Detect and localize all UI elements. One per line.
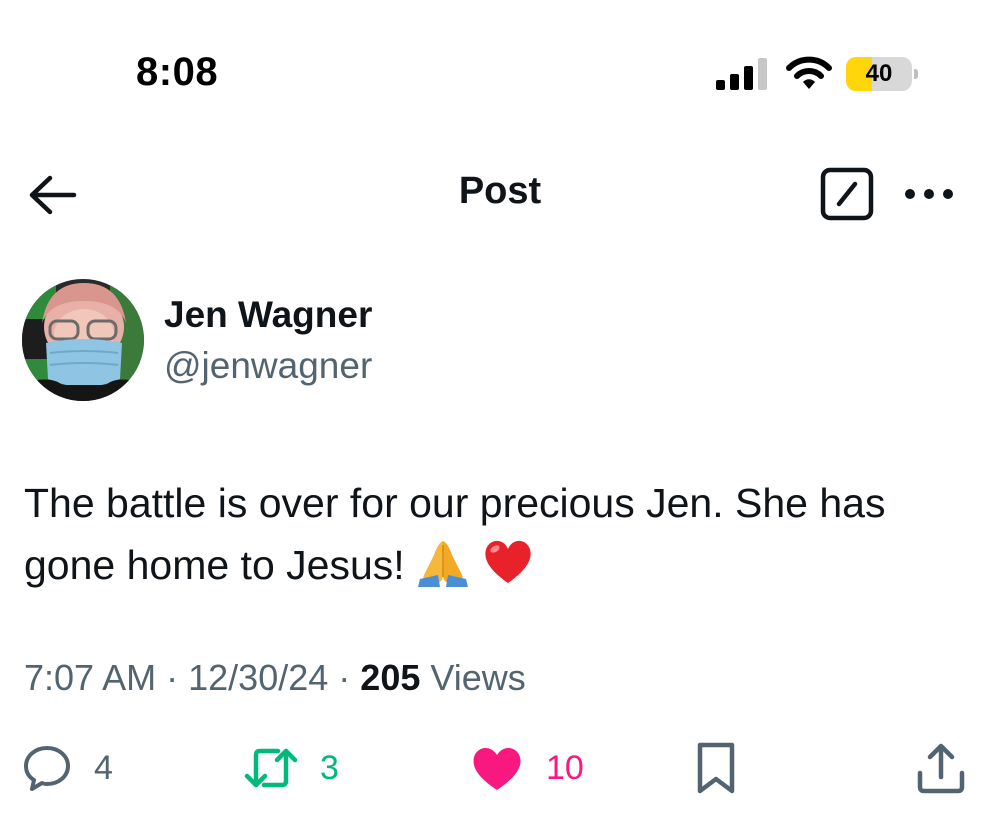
- post-time: 7:07 AM: [24, 657, 157, 698]
- status-bar: 8:08 40: [0, 0, 1000, 130]
- red-heart-emoji-icon: [485, 540, 532, 583]
- author-handle[interactable]: @jenwagner: [164, 345, 372, 387]
- reply-button[interactable]: 4: [22, 738, 113, 798]
- views-count[interactable]: 205: [360, 657, 420, 698]
- share-icon: [917, 743, 965, 794]
- post-text: The battle is over for our precious Jen.…: [24, 472, 984, 596]
- battery-body: 40: [846, 57, 912, 91]
- more-icon: [905, 189, 953, 199]
- battery-icon: 40: [846, 57, 918, 91]
- status-time: 8:08: [136, 50, 219, 94]
- top-navigation: Post: [0, 150, 1000, 240]
- post-text-line-1: The battle is over for our precious Jen.…: [24, 480, 886, 526]
- edit-button[interactable]: [818, 166, 876, 222]
- meta-separator: ·: [166, 657, 179, 698]
- cellular-signal-icon: [716, 58, 767, 90]
- like-count: 10: [546, 748, 584, 787]
- wifi-icon: [786, 56, 832, 89]
- repost-button[interactable]: 3: [244, 738, 339, 798]
- bookmark-button[interactable]: [694, 738, 738, 798]
- bookmark-icon: [697, 742, 735, 794]
- avatar-image: [22, 279, 144, 401]
- reply-icon: [24, 746, 70, 791]
- folded-hands-emoji-icon: [418, 541, 469, 587]
- meta-separator: ·: [338, 657, 351, 698]
- post-text-line-2: gone home to Jesus!: [24, 542, 405, 588]
- post-date: 12/30/24: [188, 657, 329, 698]
- heart-icon: [473, 748, 521, 790]
- author-name[interactable]: Jen Wagner: [164, 294, 372, 336]
- battery-percent: 40: [865, 60, 893, 87]
- more-options-button[interactable]: [902, 174, 956, 214]
- edit-icon: [820, 167, 874, 221]
- repost-count: 3: [320, 748, 339, 787]
- share-button[interactable]: [914, 738, 968, 798]
- views-label[interactable]: Views: [430, 657, 525, 698]
- avatar[interactable]: [22, 279, 144, 401]
- like-button[interactable]: 10: [470, 738, 584, 798]
- post-meta: 7:07 AM · 12/30/24 · 205 Views: [24, 657, 526, 699]
- repost-icon: [244, 748, 298, 788]
- battery-tip: [914, 69, 918, 79]
- reply-count: 4: [94, 748, 113, 787]
